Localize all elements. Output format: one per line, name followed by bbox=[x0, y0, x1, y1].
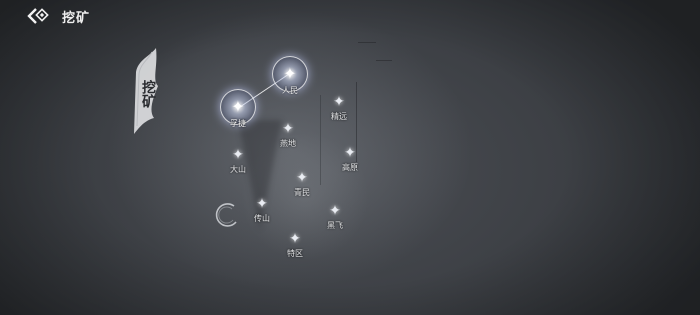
page-title: 挖矿 bbox=[62, 11, 91, 26]
star-icon: ✦ bbox=[231, 97, 245, 116]
node-label: 人民 bbox=[282, 86, 298, 95]
node-label: 大山 bbox=[230, 165, 246, 174]
node-chuanjing[interactable]: ✦ 传山 bbox=[254, 196, 270, 223]
star-icon: ✦ bbox=[289, 231, 301, 247]
star-icon: ✦ bbox=[282, 121, 294, 137]
node-label: 精远 bbox=[331, 112, 347, 121]
node-label: 黑飞 bbox=[327, 221, 343, 230]
swirl-ring-icon bbox=[215, 203, 237, 227]
node-jingyuan[interactable]: ✦ 精远 bbox=[331, 94, 347, 121]
node-label: 传山 bbox=[254, 214, 270, 223]
star-icon: ✦ bbox=[256, 196, 268, 212]
star-icon: ✦ bbox=[232, 147, 244, 163]
banner-label: 挖矿 bbox=[140, 80, 156, 108]
deco-line bbox=[320, 95, 321, 185]
node-renmin[interactable]: ✦ 人民 bbox=[272, 56, 308, 95]
node-label: 燕地 bbox=[280, 139, 296, 148]
node-label: 高原 bbox=[342, 163, 358, 172]
node-label: 孚捷 bbox=[230, 119, 246, 128]
star-icon: ✦ bbox=[333, 94, 345, 110]
star-icon: ✦ bbox=[344, 145, 356, 161]
node-dashan[interactable]: ✦ 大山 bbox=[230, 147, 246, 174]
node-tequ[interactable]: ✦ 特区 bbox=[287, 231, 303, 258]
node-heiyi[interactable]: ✦ 黑飞 bbox=[327, 203, 343, 230]
node-label: 青民 bbox=[294, 188, 310, 197]
node-diandi[interactable]: ✦ 燕地 bbox=[280, 121, 296, 148]
back-arrow-diamond-icon bbox=[27, 8, 49, 24]
node-qingmin[interactable]: ✦ 青民 bbox=[294, 170, 310, 197]
deco-line bbox=[376, 60, 392, 61]
top-bar: 挖矿 bbox=[0, 0, 700, 32]
star-icon: ✦ bbox=[283, 64, 297, 83]
star-icon: ✦ bbox=[296, 170, 308, 186]
node-jiejing[interactable]: ✦ 孚捷 bbox=[220, 89, 256, 128]
node-gaoyuan[interactable]: ✦ 高原 bbox=[342, 145, 358, 172]
node-label: 特区 bbox=[287, 249, 303, 258]
star-icon: ✦ bbox=[329, 203, 341, 219]
back-button[interactable] bbox=[26, 6, 54, 26]
deco-line bbox=[358, 42, 376, 43]
